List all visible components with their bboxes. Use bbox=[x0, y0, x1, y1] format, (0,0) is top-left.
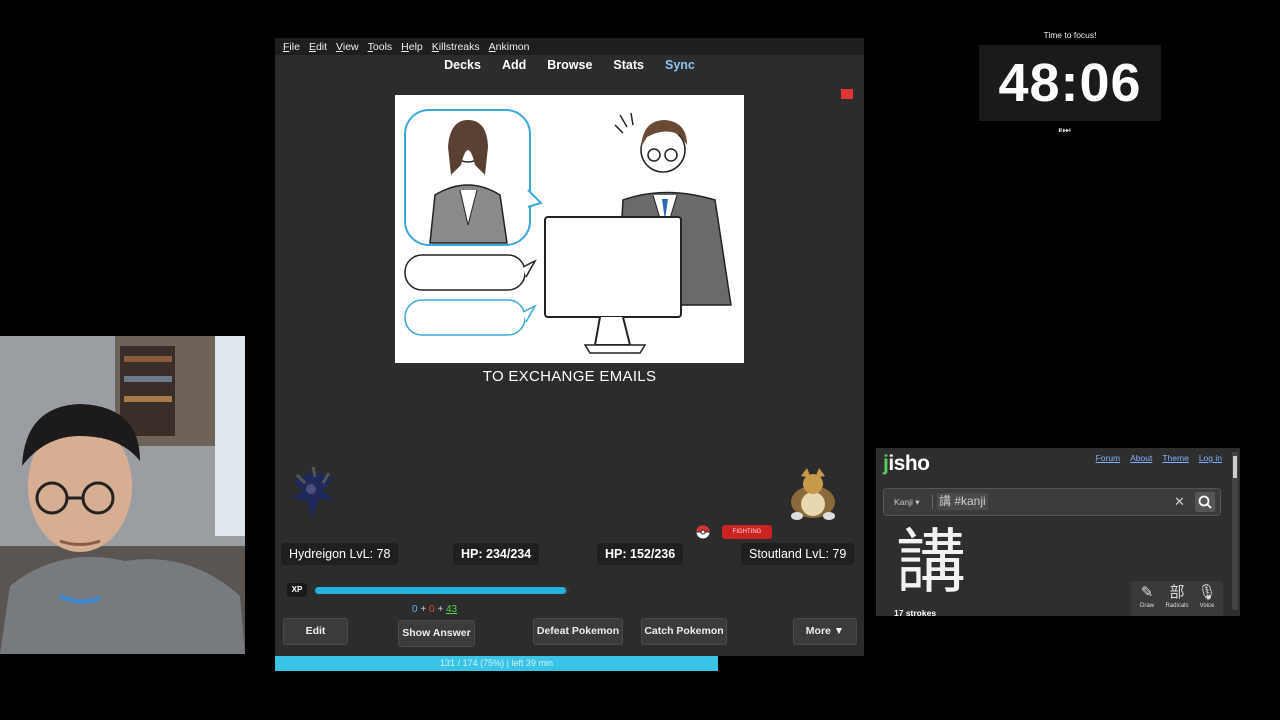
search-mode-select[interactable]: Kanji ▾ bbox=[894, 489, 920, 515]
voice-tool[interactable]: 🎙 Voice bbox=[1193, 583, 1221, 609]
review-count: 43 bbox=[445, 604, 458, 615]
toolbar-stats[interactable]: Stats bbox=[613, 58, 644, 72]
toolbar-decks[interactable]: Decks bbox=[444, 58, 481, 72]
xp-bar bbox=[315, 587, 569, 594]
webcam-feed bbox=[0, 336, 245, 654]
jisho-nav-about[interactable]: About bbox=[1130, 453, 1152, 463]
card-illustration bbox=[395, 95, 744, 363]
enemy-pokemon-hp: HP: 152/236 bbox=[597, 543, 684, 565]
enemy-pokemon-name: Stoutland LvL: 79 bbox=[741, 543, 855, 565]
menu-file[interactable]: File bbox=[283, 41, 300, 53]
jisho-nav: Forum About Theme Log in bbox=[1096, 453, 1222, 463]
more-button[interactable]: More ▼ bbox=[793, 618, 857, 645]
draw-label: Draw bbox=[1139, 603, 1154, 609]
menu-tools[interactable]: Tools bbox=[368, 41, 393, 53]
due-counts: 0 + 0 + 43 bbox=[412, 604, 457, 615]
search-icon[interactable] bbox=[1195, 492, 1215, 512]
radicals-tool[interactable]: 部 Radicals bbox=[1163, 583, 1191, 609]
jisho-nav-forum[interactable]: Forum bbox=[1096, 453, 1121, 463]
show-answer-button[interactable]: Show Answer bbox=[398, 620, 475, 647]
hydreigon-sprite bbox=[291, 466, 335, 519]
toolbar-sync[interactable]: Sync bbox=[665, 58, 695, 72]
voice-label: Voice bbox=[1199, 603, 1215, 609]
new-count: 0 bbox=[412, 604, 418, 615]
menu-bar: File Edit View Tools Help Killstreaks An… bbox=[275, 38, 864, 55]
pokeball-icon bbox=[696, 525, 710, 539]
toolbar-add[interactable]: Add bbox=[502, 58, 526, 72]
card-answer-text: TO EXCHANGE EMAILS bbox=[482, 368, 657, 385]
player-pokemon-hp: HP: 234/234 bbox=[453, 543, 540, 565]
focus-timer: 48:06 bbox=[979, 45, 1161, 121]
search-input[interactable]: 講 #kanji bbox=[937, 493, 988, 510]
xp-bar-fill bbox=[315, 587, 567, 594]
defeat-pokemon-button[interactable]: Defeat Pokemon bbox=[533, 618, 623, 645]
radicals-label: Radicals bbox=[1165, 603, 1189, 609]
main-toolbar: Decks Add Browse Stats Sync bbox=[275, 58, 864, 72]
jisho-logo[interactable]: jisho bbox=[883, 452, 930, 476]
anki-window: File Edit View Tools Help Killstreaks An… bbox=[275, 38, 864, 671]
flag-icon[interactable] bbox=[841, 89, 853, 99]
scrollbar-thumb[interactable] bbox=[1233, 456, 1237, 478]
menu-edit[interactable]: Edit bbox=[309, 41, 327, 53]
review-progress-text: 131 / 174 (75%) | left 39 min bbox=[440, 658, 553, 668]
draw-icon: ✎ bbox=[1140, 584, 1154, 601]
menu-ankimon[interactable]: Ankimon bbox=[489, 41, 530, 53]
jisho-nav-theme[interactable]: Theme bbox=[1162, 453, 1188, 463]
review-progress-bar: 131 / 174 (75%) | left 39 min bbox=[275, 656, 864, 671]
stroke-count: 17 strokes bbox=[894, 608, 937, 616]
catch-pokemon-button[interactable]: Catch Pokemon bbox=[641, 618, 727, 645]
menu-killstreaks[interactable]: Killstreaks bbox=[432, 41, 480, 53]
input-tools: ✎ Draw 部 Radicals 🎙 Voice bbox=[1131, 581, 1223, 616]
timer-controls[interactable]: ⏸⏭ bbox=[1058, 125, 1071, 136]
menu-view[interactable]: View bbox=[336, 41, 359, 53]
edit-button[interactable]: Edit bbox=[283, 618, 348, 645]
jisho-panel: jisho Forum About Theme Log in Kanji ▾ 講… bbox=[876, 448, 1240, 616]
microphone-icon: 🎙 bbox=[1197, 584, 1217, 601]
jisho-logo-rest: isho bbox=[888, 452, 930, 475]
learn-count: 0 bbox=[428, 604, 435, 615]
toolbar-browse[interactable]: Browse bbox=[547, 58, 592, 72]
search-divider bbox=[932, 495, 933, 509]
player-pokemon-name: Hydreigon LvL: 78 bbox=[281, 543, 399, 565]
type-badge: FIGHTING bbox=[722, 525, 772, 539]
xp-label: XP bbox=[287, 583, 307, 597]
jisho-search-bar: Kanji ▾ 講 #kanji ✕ bbox=[883, 488, 1221, 516]
stoutland-sprite bbox=[791, 468, 835, 520]
count-separator: + bbox=[420, 604, 427, 615]
menu-help[interactable]: Help bbox=[401, 41, 423, 53]
clear-icon[interactable]: ✕ bbox=[1174, 489, 1185, 515]
kanji-character: 講 bbox=[896, 521, 966, 603]
draw-tool[interactable]: ✎ Draw bbox=[1133, 583, 1161, 609]
radicals-icon: 部 bbox=[1169, 584, 1185, 601]
timer-label: Time to focus! bbox=[1043, 30, 1097, 40]
jisho-nav-login[interactable]: Log in bbox=[1199, 453, 1222, 463]
count-separator: + bbox=[437, 604, 444, 615]
